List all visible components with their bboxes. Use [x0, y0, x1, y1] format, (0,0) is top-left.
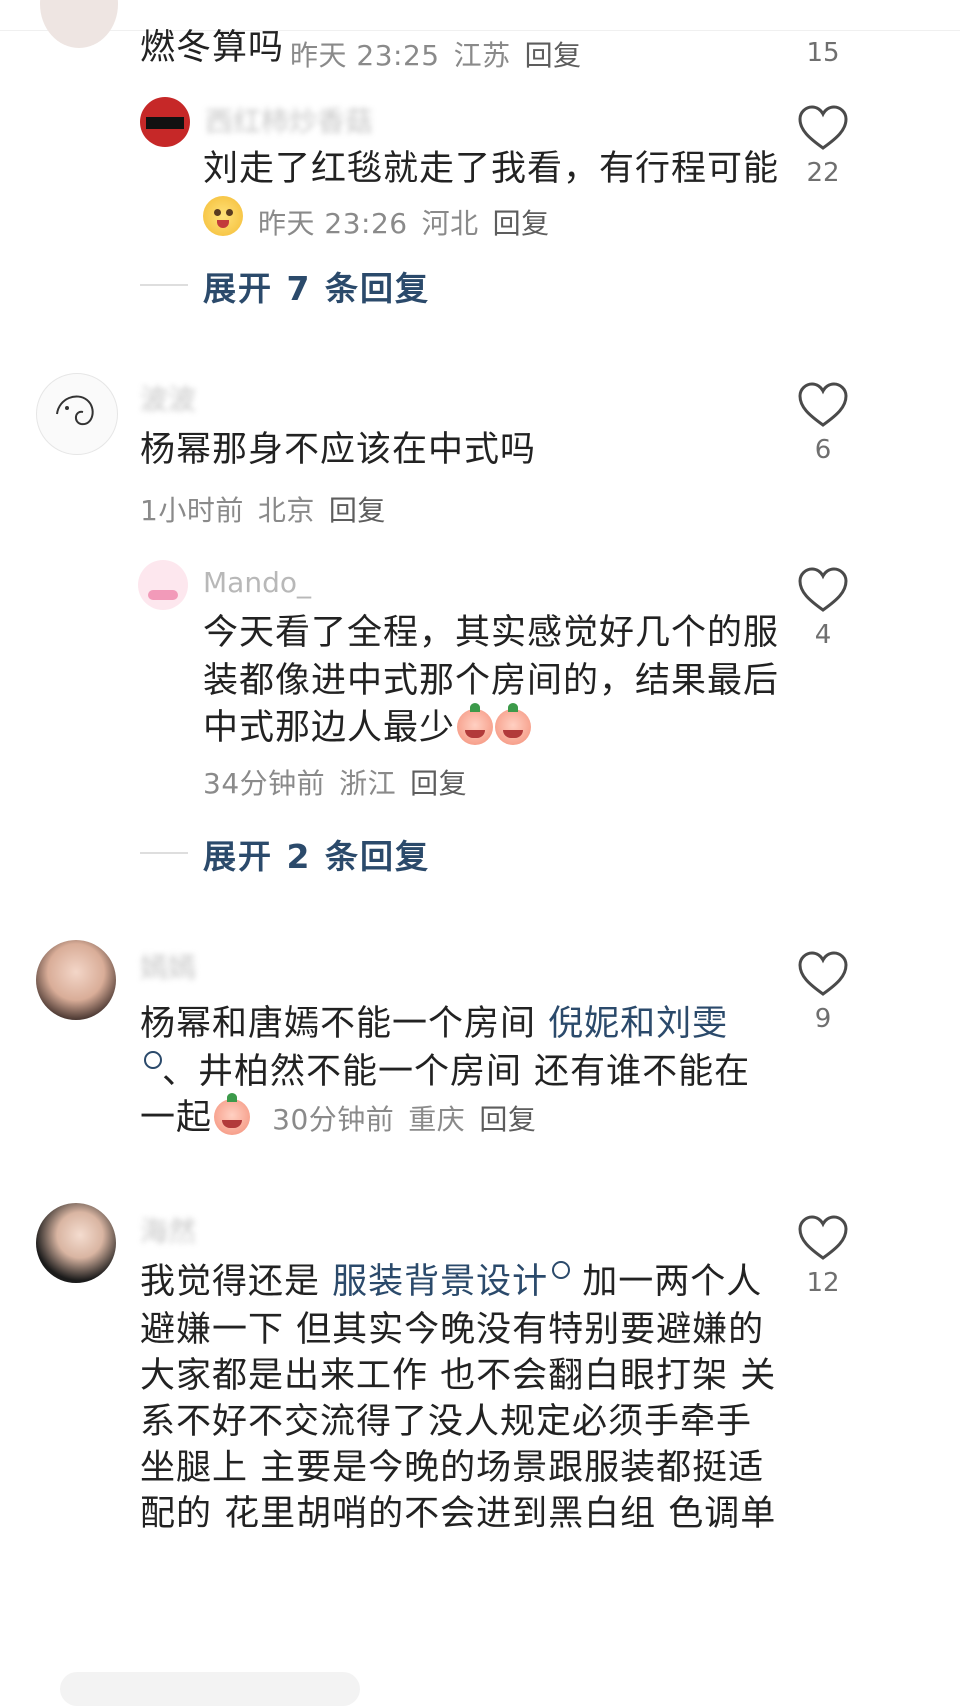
divider-line: [140, 852, 188, 854]
avatar[interactable]: [36, 940, 116, 1020]
reply-button[interactable]: 回复: [525, 39, 582, 72]
comment-time: 34分钟前: [203, 767, 326, 800]
comment-meta: 30分钟前 重庆 回复: [272, 1103, 536, 1136]
like-count: 15: [806, 38, 840, 68]
comment-text: 、井柏然不能一个房间 还有谁不能在: [162, 1052, 751, 1092]
reply-button[interactable]: 回复: [329, 494, 386, 527]
comment-text: 中式那边人最少: [203, 708, 456, 748]
crying-emoji-icon: [214, 1093, 251, 1135]
crying-emoji-icon: [495, 703, 532, 745]
comment-time: 昨天 23:26: [258, 207, 408, 240]
comment-author[interactable]: 海然: [140, 1210, 196, 1250]
comment-text-line: 一起 30分钟前 重庆 回复: [140, 1092, 536, 1146]
comment-author[interactable]: Mando_: [203, 566, 311, 599]
comment-text: 杨幂那身不应该在中式吗: [140, 430, 537, 470]
like-button[interactable]: 6: [793, 381, 853, 465]
comment-text-line: 装都像进中式那个房间的，结果最后: [203, 661, 780, 701]
like-button[interactable]: 9: [793, 950, 853, 1034]
comment-text-line: 杨幂和唐嫣不能一个房间 倪妮和刘雯: [140, 998, 728, 1050]
like-count: 6: [814, 435, 832, 465]
reply-button[interactable]: 回复: [493, 207, 550, 240]
heart-outline-icon: [798, 105, 848, 150]
like-count: 9: [814, 1004, 832, 1034]
comment-location: 河北: [421, 207, 479, 240]
heart-outline-icon: [798, 951, 848, 996]
comment-meta: 1小时前 北京 回复: [140, 489, 386, 529]
reply-button[interactable]: 回复: [410, 767, 467, 800]
comment-text-line: 配的 花里胡哨的不会进到黑白组 色调单: [140, 1494, 777, 1534]
comment-author[interactable]: 嫣嫣: [140, 946, 196, 986]
like-button[interactable]: 4: [793, 566, 853, 650]
bottom-input-bar[interactable]: [60, 1672, 360, 1706]
comment-author[interactable]: 西红柿炒香菇: [205, 100, 373, 140]
crying-emoji-icon: [457, 703, 494, 745]
avatar[interactable]: [36, 373, 118, 455]
comment-text: 一起: [140, 1098, 213, 1138]
comment-location: 江苏: [453, 39, 511, 72]
comment-text: 加一两个人: [570, 1262, 763, 1302]
comment-location: 北京: [257, 494, 315, 527]
search-icon[interactable]: [144, 1051, 162, 1069]
comment-text: 燃冬算吗: [140, 28, 285, 68]
search-icon[interactable]: [552, 1261, 571, 1279]
comment-author[interactable]: 波波: [140, 378, 196, 418]
comment-text-line: 今天看了全程，其实感觉好几个的服: [203, 613, 780, 653]
comment-text-line: 我觉得还是 服装背景设计 加一两个人: [140, 1256, 762, 1308]
comment-meta: 昨天 23:26 河北 回复: [258, 202, 550, 242]
heart-outline-icon: [798, 1215, 848, 1260]
heart-outline-icon: [798, 567, 848, 612]
like-count: 22: [806, 158, 840, 188]
heart-outline-icon: [798, 382, 848, 427]
avatar[interactable]: [36, 1203, 116, 1283]
comment-text-line: 大家都是出来工作 也不会翻白眼打架 关: [140, 1356, 777, 1396]
expand-replies-button[interactable]: 展开 2 条回复: [203, 830, 430, 878]
comment-text-line: 中式那边人最少: [203, 702, 532, 754]
like-count: 12: [806, 1268, 840, 1298]
comment-meta: 34分钟前 浙江 回复: [203, 762, 467, 802]
comment-text-line: 系不好不交流得了没人规定必须手牵手: [140, 1402, 753, 1442]
topic-link[interactable]: 倪妮和刘雯: [548, 1004, 728, 1044]
expand-replies-button[interactable]: 展开 7 条回复: [203, 262, 430, 310]
avatar[interactable]: [140, 97, 190, 147]
comment-text-line: 坐腿上 主要是今晚的场景跟服装都挺适: [140, 1448, 765, 1488]
like-button[interactable]: 12: [793, 1214, 853, 1298]
comment-text: 刘走了红毯就走了我看，有行程可能: [203, 149, 780, 189]
sticker-emoji: [203, 196, 243, 236]
topic-link[interactable]: 服装背景设计: [332, 1262, 548, 1302]
like-button[interactable]: 22: [793, 104, 853, 188]
comment-time: 昨天 23:25: [290, 39, 440, 72]
comment-time: 30分钟前: [272, 1103, 395, 1136]
comment-text-line: 避嫌一下 但其实今晚没有特别要避嫌的: [140, 1310, 765, 1350]
like-button[interactable]: 15: [793, 32, 853, 68]
divider-line: [140, 284, 188, 286]
comment-text: 杨幂和唐嫣不能一个房间: [140, 1004, 549, 1044]
comment-location: 浙江: [339, 767, 397, 800]
like-count: 4: [814, 620, 832, 650]
comment-meta: 昨天 23:25 江苏 回复: [290, 34, 582, 74]
comment-text-line: 、井柏然不能一个房间 还有谁不能在: [140, 1046, 750, 1098]
comment-text: 我觉得还是: [140, 1262, 333, 1302]
avatar[interactable]: [138, 560, 188, 610]
reply-button[interactable]: 回复: [479, 1103, 536, 1136]
comment-time: 1小时前: [140, 494, 244, 527]
sketch-icon: [56, 395, 94, 426]
avatar[interactable]: [40, 0, 118, 48]
comment-location: 重庆: [408, 1103, 466, 1136]
